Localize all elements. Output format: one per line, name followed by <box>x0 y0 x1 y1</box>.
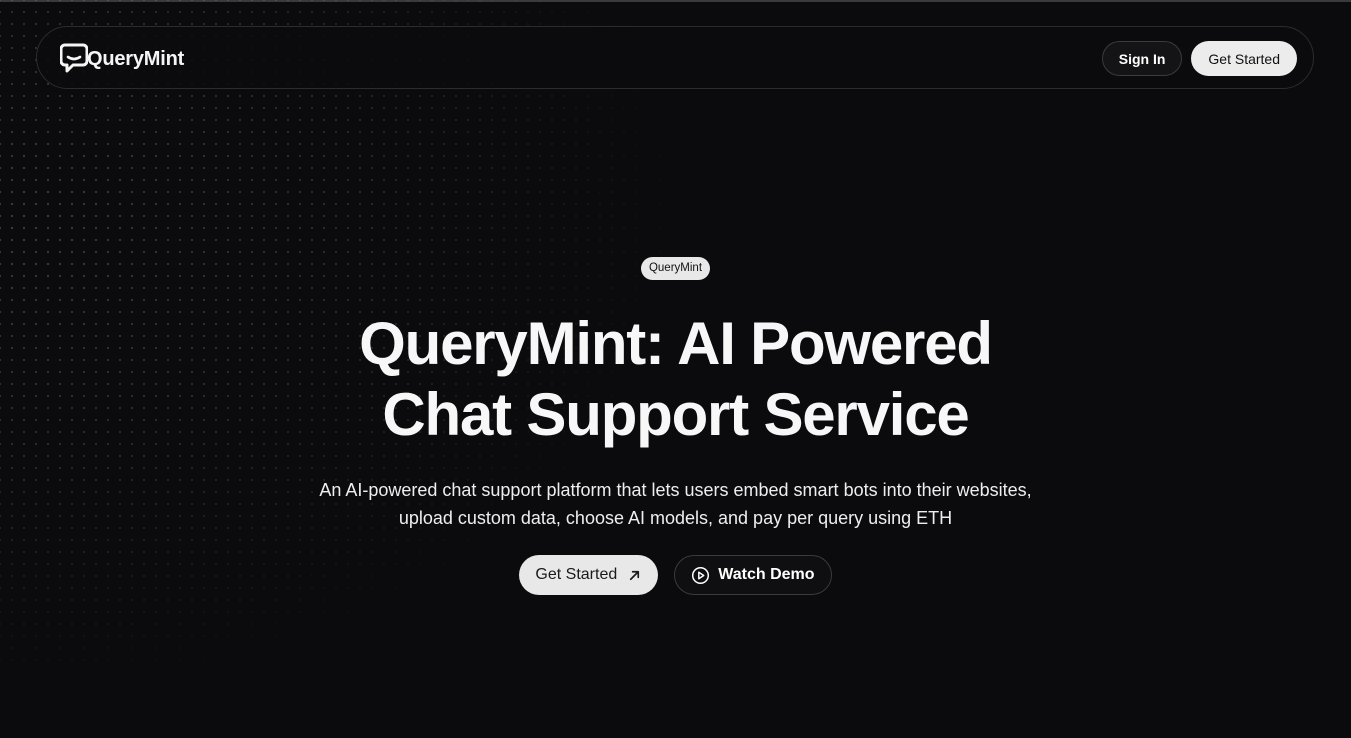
hero-subtitle: An AI-powered chat support platform that… <box>276 476 1076 532</box>
hero-section: QueryMint QueryMint: AI Powered Chat Sup… <box>0 257 1351 595</box>
arrow-up-right-icon <box>627 568 642 583</box>
hero-title: QueryMint: AI Powered Chat Support Servi… <box>226 308 1126 450</box>
hero-get-started-label: Get Started <box>535 566 618 583</box>
hero-subtitle-line-2: upload custom data, choose AI models, an… <box>398 508 953 528</box>
hero-get-started-button[interactable]: Get Started <box>519 555 659 595</box>
nav-get-started-button[interactable]: Get Started <box>1191 41 1297 76</box>
nav-actions: Sign In Get Started <box>1101 41 1297 76</box>
hero-cta-group: Get Started Watch Demo <box>0 555 1351 595</box>
hero-title-line-2: Chat Support Service <box>382 381 969 448</box>
window-top-border <box>0 0 1351 2</box>
sign-in-button[interactable]: Sign In <box>1101 41 1183 76</box>
play-circle-icon <box>691 566 710 585</box>
hero-badge: QueryMint <box>640 257 711 280</box>
chat-bubble-icon <box>60 43 88 73</box>
watch-demo-button[interactable]: Watch Demo <box>674 555 832 595</box>
watch-demo-label: Watch Demo <box>718 566 815 583</box>
brand-name: QueryMint <box>87 47 185 70</box>
hero-subtitle-line-1: An AI-powered chat support platform that… <box>319 480 1032 500</box>
hero-title-line-1: QueryMint: AI Powered <box>359 310 993 377</box>
brand-logo-link[interactable]: QueryMint <box>60 43 184 73</box>
navbar: QueryMint Sign In Get Started <box>36 26 1314 89</box>
